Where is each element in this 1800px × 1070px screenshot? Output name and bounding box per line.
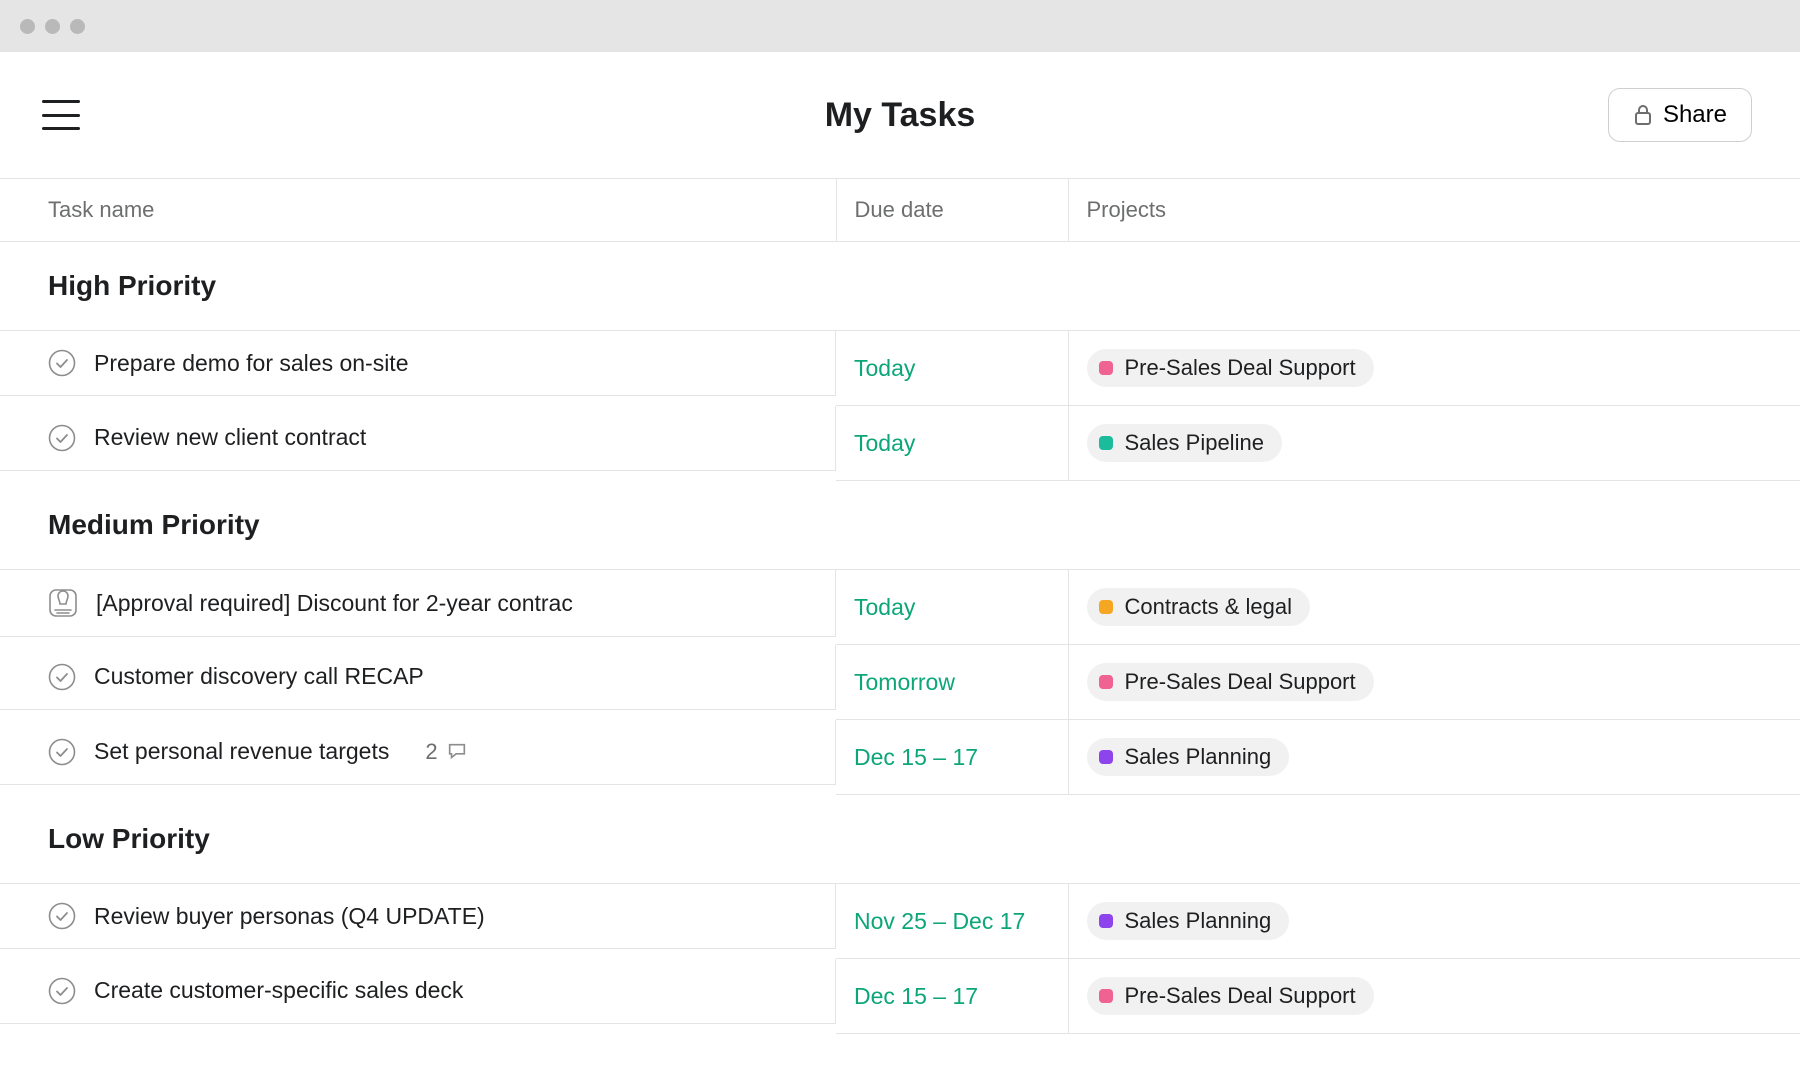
share-button-label: Share [1663, 101, 1727, 129]
task-name: [Approval required] Discount for 2-year … [96, 590, 573, 617]
project-pill[interactable]: Sales Planning [1087, 738, 1290, 776]
project-color-dot [1099, 600, 1113, 614]
lock-icon [1633, 104, 1653, 126]
project-pill[interactable]: Pre-Sales Deal Support [1087, 977, 1374, 1015]
project-name: Pre-Sales Deal Support [1125, 669, 1356, 695]
check-circle-icon[interactable] [48, 902, 76, 930]
project-color-dot [1099, 675, 1113, 689]
check-circle-icon[interactable] [48, 977, 76, 1005]
due-date[interactable]: Nov 25 – Dec 17 [854, 908, 1025, 934]
task-row[interactable]: [Approval required] Discount for 2-year … [0, 570, 1800, 645]
due-date[interactable]: Tomorrow [854, 669, 955, 695]
task-row[interactable]: Prepare demo for sales on-site Today Pre-S… [0, 331, 1800, 406]
section-title: High Priority [0, 242, 1800, 331]
comment-icon [446, 741, 468, 763]
task-row[interactable]: Review buyer personas (Q4 UPDATE) Nov 25 … [0, 884, 1800, 959]
column-header-due[interactable]: Due date [836, 179, 1068, 242]
task-name: Create customer-specific sales deck [94, 977, 463, 1004]
project-color-dot [1099, 361, 1113, 375]
section-header[interactable]: High Priority [0, 242, 1800, 331]
task-name: Review new client contract [94, 424, 366, 451]
section-title: Low Priority [0, 795, 1800, 884]
task-row[interactable]: Customer discovery call RECAP Tomorrow Pre… [0, 645, 1800, 720]
task-name: Customer discovery call RECAP [94, 663, 424, 690]
task-name: Prepare demo for sales on-site [94, 350, 409, 377]
section-header[interactable]: Medium Priority [0, 481, 1800, 570]
task-row[interactable]: Review new client contract Today Sales Pip… [0, 406, 1800, 481]
share-button[interactable]: Share [1608, 88, 1752, 142]
due-date[interactable]: Today [854, 355, 915, 381]
approval-stamp-icon[interactable] [48, 588, 78, 618]
project-name: Sales Planning [1125, 908, 1272, 934]
comment-count[interactable]: 2 [425, 739, 467, 765]
section-title: Medium Priority [0, 481, 1800, 570]
project-pill[interactable]: Pre-Sales Deal Support [1087, 349, 1374, 387]
menu-icon[interactable] [42, 100, 80, 130]
project-color-dot [1099, 750, 1113, 764]
check-circle-icon[interactable] [48, 349, 76, 377]
column-header-row: Task name Due date Projects [0, 179, 1800, 242]
topbar: My Tasks Share [0, 52, 1800, 178]
column-header-task[interactable]: Task name [0, 179, 836, 242]
task-name: Review buyer personas (Q4 UPDATE) [94, 903, 485, 930]
check-circle-icon[interactable] [48, 424, 76, 452]
task-row[interactable]: Set personal revenue targets 2 Dec 15 – 1… [0, 720, 1800, 795]
task-name: Set personal revenue targets [94, 738, 389, 765]
project-name: Pre-Sales Deal Support [1125, 983, 1356, 1009]
project-color-dot [1099, 914, 1113, 928]
due-date[interactable]: Dec 15 – 17 [854, 983, 978, 1009]
due-date[interactable]: Dec 15 – 17 [854, 744, 978, 770]
traffic-light-minimize[interactable] [45, 19, 60, 34]
project-pill[interactable]: Contracts & legal [1087, 588, 1311, 626]
page-title: My Tasks [825, 96, 976, 135]
check-circle-icon[interactable] [48, 738, 76, 766]
project-name: Pre-Sales Deal Support [1125, 355, 1356, 381]
window-chrome [0, 0, 1800, 52]
project-name: Sales Planning [1125, 744, 1272, 770]
task-row[interactable]: Create customer-specific sales deck Dec 1… [0, 959, 1800, 1034]
project-name: Sales Pipeline [1125, 430, 1264, 456]
check-circle-icon[interactable] [48, 663, 76, 691]
traffic-light-zoom[interactable] [70, 19, 85, 34]
project-pill[interactable]: Sales Planning [1087, 902, 1290, 940]
task-table: Task name Due date Projects High Priorit… [0, 178, 1800, 1034]
due-date[interactable]: Today [854, 594, 915, 620]
column-header-projects[interactable]: Projects [1068, 179, 1800, 242]
project-color-dot [1099, 436, 1113, 450]
traffic-light-close[interactable] [20, 19, 35, 34]
project-pill[interactable]: Sales Pipeline [1087, 424, 1282, 462]
due-date[interactable]: Today [854, 430, 915, 456]
section-header[interactable]: Low Priority [0, 795, 1800, 884]
project-color-dot [1099, 989, 1113, 1003]
project-name: Contracts & legal [1125, 594, 1293, 620]
project-pill[interactable]: Pre-Sales Deal Support [1087, 663, 1374, 701]
